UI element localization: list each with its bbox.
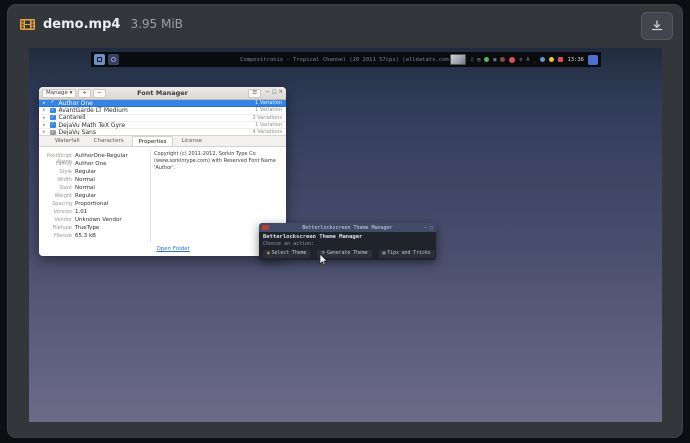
tab-license[interactable]: License	[175, 136, 208, 146]
minimize-button[interactable]: −	[265, 89, 270, 98]
font-name: DejaVu Sans	[59, 129, 250, 136]
close-button[interactable]: ×	[278, 89, 283, 98]
expander-icon[interactable]: ▸	[43, 100, 47, 106]
workspace-icon	[97, 57, 102, 62]
copyright-text: Copyright (c) 2011-2012, Sorkin Type Co …	[154, 151, 280, 171]
tray-icon-red[interactable]	[558, 57, 563, 62]
terminal-body: Betterlockscreen Theme Manager Choose an…	[259, 232, 436, 260]
property-row: SpacingProportional	[39, 201, 147, 207]
font-checkbox[interactable]: ✓	[50, 100, 56, 106]
font-manager-titlebar[interactable]: Manage ▾ + − Font Manager ☰ − ◻ ×	[39, 87, 286, 100]
maximize-button[interactable]: ◻	[272, 89, 277, 98]
terminal-app-icon	[262, 225, 269, 230]
expander-icon[interactable]: ▸	[43, 107, 47, 113]
remove-font-button[interactable]: −	[93, 89, 106, 98]
terminal-window-title: Betterlockscreen Theme Manager	[302, 225, 392, 231]
tray-stat: ▩	[493, 57, 496, 63]
app-menu-button[interactable]: ☰	[248, 89, 261, 98]
font-name: Author One	[59, 100, 253, 107]
font-name: Cantarell	[59, 114, 250, 121]
menu-item-select-theme[interactable]: ◉ Select Theme	[263, 250, 310, 258]
font-variations: 1 Variation	[255, 107, 282, 113]
attachment-header: demo.mp4 3.95 MiB	[8, 5, 682, 43]
expander-icon[interactable]: ▸	[43, 122, 47, 128]
workspace-button-2[interactable]	[108, 54, 119, 65]
maximize-button[interactable]: ▢	[430, 225, 433, 231]
tray-icon-blue[interactable]	[540, 57, 545, 62]
font-manager-tabs: Waterfall Characters Properties License	[39, 136, 286, 147]
system-tray: ♫ ▤ ▩ ⎊ A _ 13:36	[450, 52, 598, 67]
tray-stat: ♫	[470, 57, 473, 63]
mouse-cursor	[319, 254, 328, 266]
font-checkbox[interactable]: ✓	[50, 108, 56, 114]
attachment-filename: demo.mp4	[43, 17, 120, 32]
theme-manager-heading: Betterlockscreen Theme Manager	[263, 234, 432, 240]
properties-panel: PostScript NameAuthorOne-Regular FamilyA…	[39, 147, 286, 256]
video-frame[interactable]: Compositronix - Tropical Channel (20 201…	[29, 48, 662, 422]
font-variations: 3 Variations	[252, 115, 282, 121]
font-manager-window: Manage ▾ + − Font Manager ☰ − ◻ × ▸ ✓ Au…	[39, 87, 286, 256]
font-variations: 1 Variation	[255, 122, 282, 128]
expander-icon[interactable]: ▸	[43, 115, 47, 121]
attachment-card: demo.mp4 3.95 MiB Compositronix - Tropic…	[7, 4, 683, 438]
status-bar: Compositronix - Tropical Channel (20 201…	[91, 52, 601, 67]
theme-manager-window: Betterlockscreen Theme Manager – ▢ Bette…	[259, 223, 436, 260]
chevron-down-icon: ▾	[70, 90, 73, 96]
tab-waterfall[interactable]: Waterfall	[49, 136, 86, 146]
theme-manager-prompt: Choose an action:	[263, 241, 432, 247]
keyboard-layout-icon[interactable]: A	[526, 57, 529, 63]
tray-icon-launcher[interactable]	[588, 55, 598, 65]
tray-stat: _	[533, 57, 536, 63]
font-checkbox[interactable]: ✓	[50, 115, 56, 121]
font-checkbox[interactable]: ✓	[50, 130, 56, 136]
manage-dropdown-button[interactable]: Manage ▾	[42, 89, 76, 98]
film-icon	[20, 18, 35, 31]
theme-manager-menu: ◉ Select Theme ⟳ Generate Theme ▤ Tips a…	[263, 250, 432, 258]
font-checkbox[interactable]: ✓	[50, 122, 56, 128]
panel-divider	[150, 149, 151, 242]
workspace-icon	[111, 57, 116, 62]
tab-characters[interactable]: Characters	[88, 136, 130, 146]
download-icon	[651, 20, 663, 32]
download-button[interactable]	[641, 12, 673, 40]
now-playing-title: Compositronix - Tropical Channel (20 201…	[240, 57, 452, 63]
status-dot-dark-red[interactable]	[500, 57, 505, 62]
property-row: StyleRegular	[39, 169, 147, 175]
add-font-button[interactable]: +	[78, 89, 91, 98]
status-dot-green[interactable]	[484, 57, 489, 62]
property-row: Filesize65.3 kB	[39, 233, 147, 239]
minimize-button[interactable]: –	[424, 225, 427, 231]
property-row: WidthNormal	[39, 177, 147, 183]
attachment-filesize: 3.95 MiB	[130, 17, 182, 31]
record-icon[interactable]	[509, 57, 515, 63]
tab-properties[interactable]: Properties	[132, 136, 174, 146]
tray-icon-yellow[interactable]	[549, 57, 554, 62]
font-list: ▸ ✓ Author One 1 Variation ▸ ✓ AvantGard…	[39, 100, 286, 136]
tray-stat: ⎊	[519, 57, 522, 63]
property-row: VendorUnknown Vendor	[39, 217, 147, 223]
property-row: SlantNormal	[39, 185, 147, 191]
terminal-titlebar[interactable]: Betterlockscreen Theme Manager – ▢	[259, 223, 436, 232]
property-row: Version1.01	[39, 209, 147, 215]
property-row: FiletypeTrueType	[39, 225, 147, 231]
menu-item-tips-and-tricks[interactable]: ▤ Tips and Tricks	[379, 250, 435, 258]
font-name: AvantGarde LT Medium	[59, 107, 253, 114]
tray-stat: ▤	[477, 57, 480, 63]
clock: 13:36	[567, 57, 584, 63]
hamburger-icon: ☰	[252, 90, 257, 96]
font-variations: 4 Variations	[252, 129, 282, 135]
workspace-button-1[interactable]	[94, 54, 105, 65]
window-title: Font Manager	[137, 89, 188, 97]
font-list-row[interactable]: ▸ ✓ DejaVu Sans 4 Variations	[39, 129, 286, 136]
palette-icon: ◉	[267, 251, 270, 256]
expander-icon[interactable]: ▸	[43, 129, 47, 135]
font-variations: 1 Variation	[255, 100, 282, 106]
property-row: FamilyAuthor One	[39, 161, 147, 167]
open-folder-link[interactable]: Open Folder	[156, 246, 189, 252]
album-art-thumbnail[interactable]	[450, 54, 466, 65]
list-icon: ▤	[383, 251, 386, 256]
property-row: WeightRegular	[39, 193, 147, 199]
font-name: DejaVu Math TeX Gyre	[59, 122, 253, 129]
